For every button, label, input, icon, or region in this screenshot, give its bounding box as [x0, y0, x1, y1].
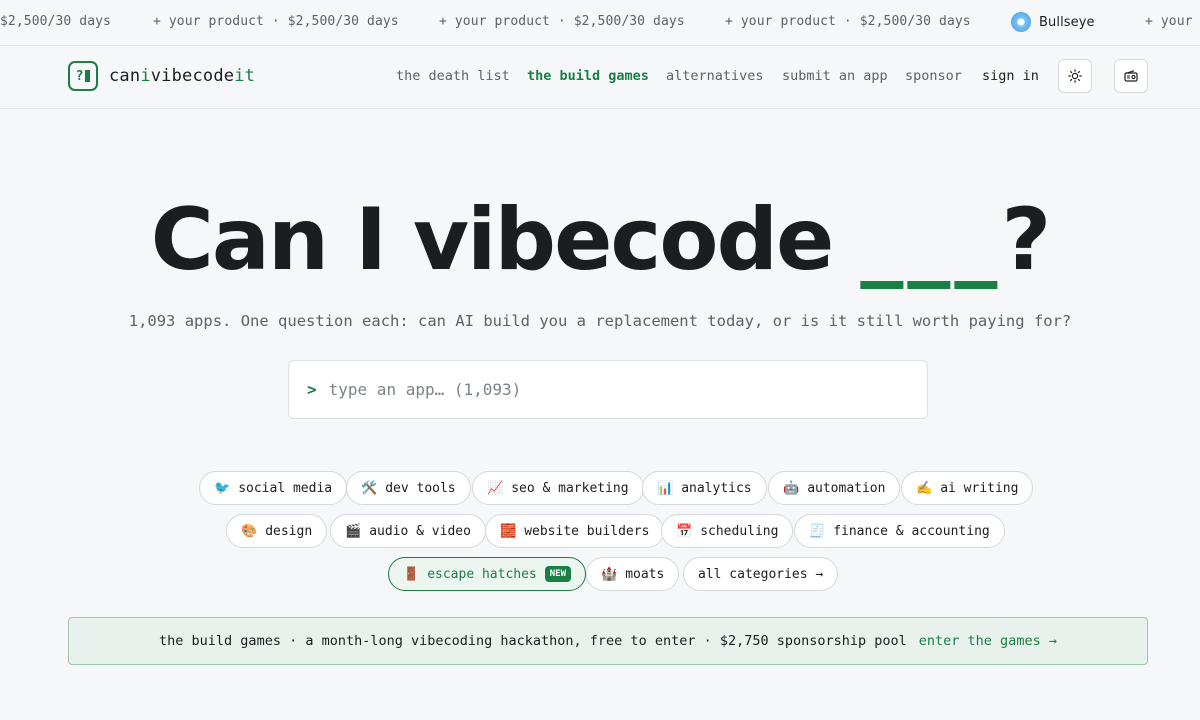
sponsor-ticker: $2,500/30 days + your product · $2,500/3… [0, 0, 1200, 46]
chip-label: finance & accounting [833, 523, 990, 539]
chip-label: moats [625, 566, 665, 582]
category-chip-seo-marketing[interactable]: 📈 seo & marketing [472, 471, 644, 505]
new-badge: NEW [544, 566, 572, 582]
ticker-item[interactable]: + your product · $2,500/30 days [725, 14, 971, 29]
logo-icon[interactable]: ? [68, 61, 98, 91]
logo-wordmark[interactable]: canivibecodeit [109, 66, 255, 86]
bird-icon: 🐦 [214, 480, 231, 496]
enter-games-link[interactable]: enter the games → [919, 633, 1057, 649]
chip-label: design [265, 523, 313, 539]
logo-i: i [140, 66, 151, 86]
nav-link-alternatives[interactable]: alternatives [666, 68, 764, 84]
door-icon: 🚪 [403, 566, 420, 582]
tools-icon: 🛠️ [361, 480, 378, 496]
ticker-item[interactable]: + your [1145, 14, 1193, 29]
prompt-chevron-icon: > [307, 380, 317, 399]
category-chip-automation[interactable]: 🤖 automation [768, 471, 901, 505]
chart-up-icon: 📈 [487, 480, 504, 496]
category-chip-design[interactable]: 🎨 design [226, 514, 328, 548]
bricks-icon: 🧱 [500, 523, 517, 539]
app-search-input[interactable] [328, 380, 889, 399]
ticker-item[interactable]: + your product · $2,500/30 days [153, 14, 399, 29]
ticker-sponsor-bullseye[interactable]: Bullseye [1011, 12, 1095, 32]
chip-label: ai writing [940, 480, 1019, 496]
calendar-icon: 📅 [676, 523, 693, 539]
build-games-banner: the build games · a month-long vibecodin… [68, 617, 1148, 665]
logo-prefix: can [109, 66, 141, 86]
robot-icon: 🤖 [783, 480, 800, 496]
receipt-icon: 🧾 [809, 523, 826, 539]
sign-in-link[interactable]: sign in [982, 68, 1039, 84]
chip-label: audio & video [369, 523, 471, 539]
category-chip-dev-tools[interactable]: 🛠️ dev tools [346, 471, 471, 505]
chip-label: scheduling [700, 523, 779, 539]
category-chip-audio-video[interactable]: 🎬 audio & video [330, 514, 486, 548]
nav-link-sponsor[interactable]: sponsor [905, 68, 962, 84]
chip-label: all categories → [698, 566, 824, 582]
logo-suffix: it [234, 66, 256, 86]
hero-subtitle: 1,093 apps. One question each: can AI bu… [128, 312, 1072, 330]
ticker-item[interactable]: + your product · $2,500/30 days [439, 14, 685, 29]
castle-icon: 🏰 [601, 566, 618, 582]
chip-label: automation [807, 480, 886, 496]
chip-label: analytics [681, 480, 752, 496]
chip-label: social media [238, 480, 333, 496]
clapper-icon: 🎬 [345, 523, 362, 539]
chip-label: escape hatches [427, 566, 537, 582]
logo-mid: vibecode [150, 66, 235, 86]
sponsor-name: Bullseye [1039, 14, 1095, 30]
radio-button[interactable] [1114, 59, 1148, 93]
category-chip-website-builders[interactable]: 🧱 website builders [485, 514, 665, 548]
bullseye-logo-icon [1011, 12, 1031, 32]
nav-link-build-games[interactable]: the build games [527, 68, 649, 84]
hero-title-blank: ___ [860, 190, 1002, 290]
sun-icon [1068, 69, 1082, 83]
palette-icon: 🎨 [241, 523, 258, 539]
hero-title-text: Can I vibecode [150, 190, 835, 290]
ticker-item[interactable]: $2,500/30 days [0, 14, 111, 29]
radio-icon [1124, 70, 1138, 82]
app-search-box[interactable]: > [288, 360, 928, 419]
category-chip-social-media[interactable]: 🐦 social media [199, 471, 348, 505]
theme-toggle-button[interactable] [1058, 59, 1092, 93]
chip-label: website builders [524, 523, 650, 539]
category-chip-moats[interactable]: 🏰 moats [586, 557, 680, 591]
category-chip-scheduling[interactable]: 📅 scheduling [661, 514, 794, 548]
all-categories-link[interactable]: all categories → [683, 557, 839, 591]
category-chip-ai-writing[interactable]: ✍️ ai writing [901, 471, 1034, 505]
category-chip-analytics[interactable]: 📊 analytics [642, 471, 767, 505]
nav-link-submit-app[interactable]: submit an app [782, 68, 888, 84]
banner-text: the build games · a month-long vibecodin… [159, 633, 907, 649]
hero-title-qmark: ? [1001, 190, 1051, 290]
writing-hand-icon: ✍️ [916, 480, 933, 496]
chip-label: seo & marketing [511, 480, 629, 496]
bar-chart-icon: 📊 [657, 480, 674, 496]
hero-title: Can I vibecode ___? [0, 190, 1200, 290]
category-chip-escape-hatches[interactable]: 🚪 escape hatches NEW [388, 557, 587, 591]
nav-link-death-list[interactable]: the death list [396, 68, 510, 84]
chip-label: dev tools [385, 480, 456, 496]
category-chip-finance-accounting[interactable]: 🧾 finance & accounting [794, 514, 1005, 548]
top-navigation: ? canivibecodeit the death list the buil… [0, 46, 1200, 109]
